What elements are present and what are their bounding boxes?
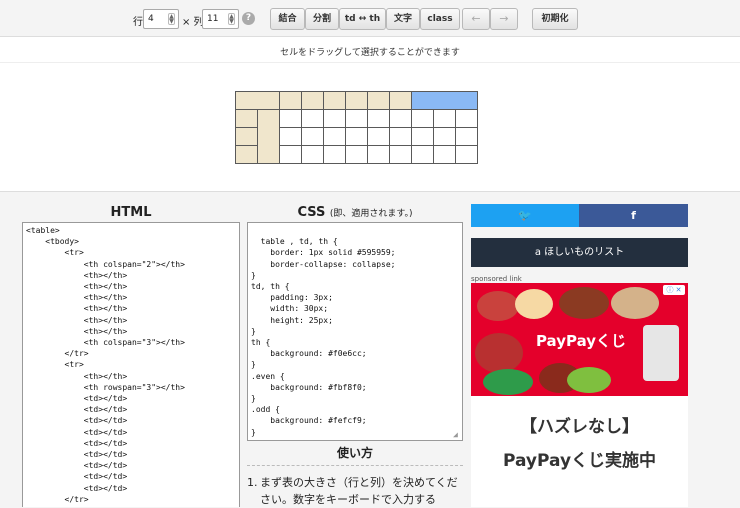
usage-step-number: 1.	[247, 476, 258, 489]
table-cell[interactable]	[279, 127, 302, 146]
css-panel-title: CSS (即、適用されます。)	[247, 205, 463, 220]
html-code-textarea[interactable]: <table> <tbody> <tr> <th colspan="2"></t…	[22, 222, 240, 507]
food-image	[611, 287, 659, 319]
table-header-cell[interactable]	[279, 91, 302, 110]
css-note: (即、適用されます。)	[329, 209, 413, 219]
ad-subheadline: PayPayくじ実施中	[502, 451, 657, 471]
rows-input[interactable]: 4 ▲ ▼	[143, 9, 179, 29]
table-header-cell[interactable]	[235, 127, 258, 146]
table-cell[interactable]	[389, 145, 412, 164]
table-cell[interactable]	[345, 145, 368, 164]
table-header-cell[interactable]	[389, 91, 412, 110]
table-header-cell[interactable]	[323, 91, 346, 110]
table-cell[interactable]	[345, 127, 368, 146]
drag-hint: セルをドラッグして選択することができます	[280, 48, 460, 58]
css-code-textarea[interactable]: table , td, th { border: 1px solid #5959…	[247, 222, 463, 441]
merge-button[interactable]: 結合	[270, 8, 305, 30]
table-cell[interactable]	[367, 145, 390, 164]
table-cell[interactable]	[301, 127, 324, 146]
table-editor-canvas: セルをドラッグして選択することができます	[0, 37, 740, 192]
wishlist-button[interactable]: a ほしいものリスト	[471, 238, 688, 267]
food-image	[559, 287, 609, 319]
rows-stepper-icon[interactable]: ▲ ▼	[168, 13, 175, 25]
table-cell[interactable]	[323, 145, 346, 164]
cols-input[interactable]: 11 ▲ ▼	[202, 9, 239, 29]
table-cell[interactable]	[323, 109, 346, 128]
appliance-image	[643, 325, 679, 381]
table-header-cell[interactable]	[257, 109, 280, 164]
table-header-cell-selected[interactable]	[411, 91, 478, 110]
css-code-text: table , td, th { border: 1px solid #5959…	[251, 237, 396, 437]
divider	[247, 465, 463, 466]
rows-value: 4	[148, 14, 154, 24]
food-image	[477, 291, 519, 321]
class-button[interactable]: class	[420, 8, 460, 30]
table-cell[interactable]	[367, 127, 390, 146]
ad-info-close-icon[interactable]: ⓘ ✕	[663, 285, 685, 295]
table-cell[interactable]	[411, 109, 434, 128]
cols-label: × 列	[182, 17, 204, 28]
table-header-cell[interactable]	[367, 91, 390, 110]
twitter-share-button[interactable]: 🐦	[471, 204, 579, 227]
redo-button[interactable]: →	[490, 8, 518, 30]
table-cell[interactable]	[389, 127, 412, 146]
html-title-text: HTML	[110, 205, 152, 220]
twitter-icon: 🐦	[518, 209, 532, 222]
text-button[interactable]: 文字	[386, 8, 420, 30]
ad-paypay-text: PayPayくじ	[535, 332, 627, 350]
table-cell[interactable]	[455, 127, 478, 146]
table-cell[interactable]	[279, 145, 302, 164]
advertisement[interactable]: ⓘ ✕ PayPayくじ 【ハズレなし】 PayPayくじ実施中	[471, 283, 688, 507]
table-cell[interactable]	[433, 109, 456, 128]
cols-value: 11	[207, 14, 219, 24]
food-image	[475, 333, 523, 373]
html-panel-title: HTML	[22, 205, 240, 220]
table-cell[interactable]	[455, 145, 478, 164]
ad-text-area: 【ハズレなし】 PayPayくじ実施中	[471, 396, 688, 507]
table-cell[interactable]	[433, 127, 456, 146]
food-image	[515, 289, 553, 319]
table-cell[interactable]	[323, 127, 346, 146]
table-header-cell[interactable]	[301, 91, 324, 110]
editable-table[interactable]	[235, 91, 478, 164]
table-header-cell[interactable]	[235, 109, 258, 128]
ad-banner-image: ⓘ ✕ PayPayくじ	[471, 283, 688, 396]
facebook-share-button[interactable]: f	[579, 204, 688, 227]
table-row	[235, 91, 478, 110]
table-cell[interactable]	[301, 109, 324, 128]
resize-handle-icon[interactable]: ◢	[453, 431, 461, 439]
sponsor-label: sponsored link	[471, 275, 522, 283]
table-cell[interactable]	[411, 145, 434, 164]
food-image	[567, 367, 611, 393]
toolbar: 行 4 ▲ ▼ × 列 11 ▲ ▼ ? 結合 分割 td ↔ th 文字 clas…	[0, 0, 740, 37]
rows-label: 行	[133, 17, 143, 28]
ad-headline: 【ハズレなし】	[520, 417, 639, 437]
table-cell[interactable]	[433, 145, 456, 164]
usage-step-text: まず表の大きさ（行と列）を決めてください。数字をキーボードで入力する	[260, 476, 458, 506]
table-header-cell[interactable]	[345, 91, 368, 110]
usage-title: 使い方	[336, 446, 373, 460]
table-cell[interactable]	[367, 109, 390, 128]
table-cell[interactable]	[389, 109, 412, 128]
facebook-icon: f	[631, 209, 636, 222]
table-row	[235, 109, 478, 164]
split-button[interactable]: 分割	[305, 8, 339, 30]
table-header-cell[interactable]	[235, 145, 258, 164]
css-title-text: CSS	[297, 205, 326, 220]
table-cell[interactable]	[345, 109, 368, 128]
table-cell[interactable]	[301, 145, 324, 164]
table-cell[interactable]	[279, 109, 302, 128]
divider	[0, 62, 740, 63]
table-cell[interactable]	[411, 127, 434, 146]
table-cell[interactable]	[455, 109, 478, 128]
reset-button[interactable]: 初期化	[532, 8, 578, 30]
food-image	[483, 369, 533, 395]
td-th-toggle-button[interactable]: td ↔ th	[339, 8, 386, 30]
usage-step: 1. まず表の大きさ（行と列）を決めてください。数字をキーボードで入力する	[247, 474, 463, 508]
table-header-cell[interactable]	[235, 91, 280, 110]
help-icon[interactable]: ?	[242, 12, 255, 25]
cols-stepper-icon[interactable]: ▲ ▼	[228, 13, 235, 25]
undo-button[interactable]: ←	[462, 8, 490, 30]
